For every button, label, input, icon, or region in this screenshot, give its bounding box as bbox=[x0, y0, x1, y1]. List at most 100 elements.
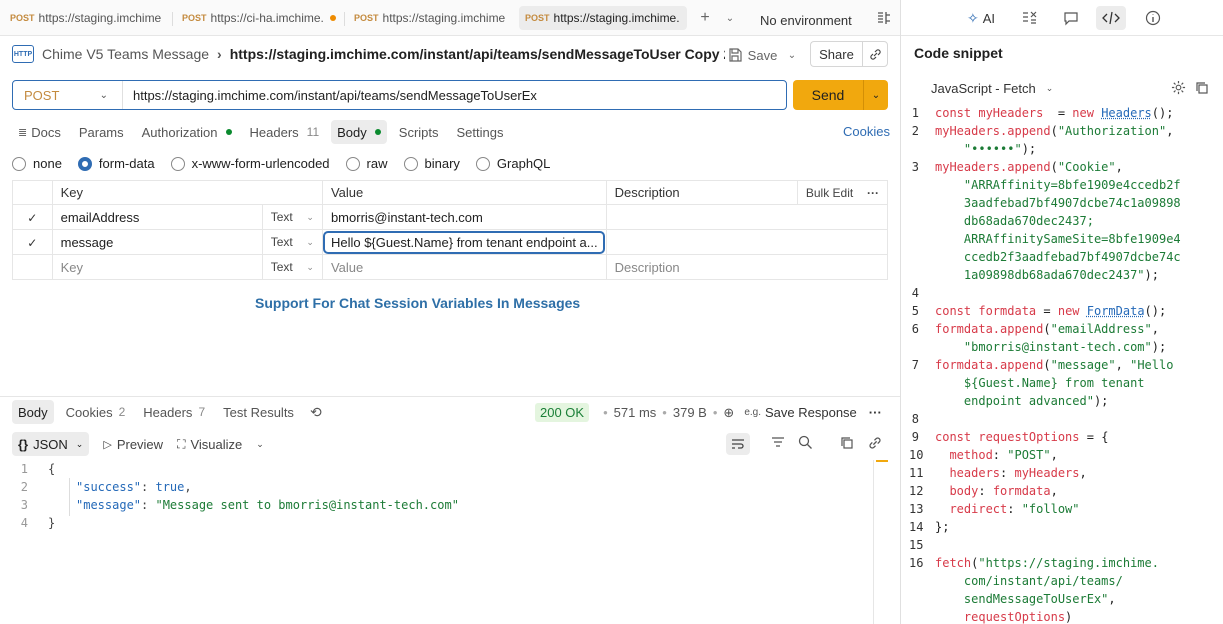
snippet-line: 13 redirect: "follow" bbox=[909, 500, 1209, 518]
json-value: true bbox=[155, 480, 185, 494]
tab-label: Params bbox=[78, 124, 124, 140]
save-button[interactable]: Save bbox=[725, 42, 780, 68]
tab-scripts[interactable]: Scripts bbox=[393, 120, 445, 144]
http-request-icon: HTTP bbox=[12, 45, 34, 63]
snippet-settings-gear-icon[interactable] bbox=[1171, 80, 1186, 98]
radio-binary[interactable]: binary bbox=[403, 156, 460, 171]
save-options-chevron-icon[interactable]: ⌄ bbox=[782, 45, 802, 65]
bulk-edit-button[interactable]: Bulk Edit bbox=[806, 186, 853, 200]
tab-settings[interactable]: Settings bbox=[451, 120, 510, 144]
ai-button[interactable]: ✧ AI bbox=[967, 8, 995, 28]
documentation-icon[interactable] bbox=[1022, 8, 1038, 28]
save-label: Save bbox=[747, 47, 778, 63]
response-scrollbar[interactable] bbox=[873, 460, 888, 624]
more-options-icon[interactable]: ··· bbox=[867, 186, 879, 200]
response-divider[interactable] bbox=[0, 396, 900, 397]
response-tab-cookies[interactable]: Cookies 2 bbox=[60, 400, 132, 424]
description-cell[interactable] bbox=[605, 204, 889, 230]
breadcrumb-request-name[interactable]: https://staging.imchime.com/instant/api/… bbox=[230, 46, 732, 62]
send-options-chevron-icon[interactable]: ⌄ bbox=[864, 90, 888, 101]
environment-quick-look-icon[interactable] bbox=[874, 8, 894, 28]
type-select[interactable]: Text ⌄ bbox=[261, 229, 323, 255]
radio-label: raw bbox=[366, 156, 388, 171]
response-tab-headers[interactable]: Headers 7 bbox=[137, 400, 211, 424]
key-cell[interactable]: message bbox=[51, 229, 263, 255]
request-tab-1[interactable]: POST https://staging.imchime bbox=[10, 6, 170, 30]
value-placeholder[interactable]: Value bbox=[321, 254, 607, 280]
type-label: Text bbox=[270, 210, 293, 224]
code-token: sendMessageToUserEx" bbox=[935, 592, 1109, 606]
type-select[interactable]: Text ⌄ bbox=[261, 204, 323, 230]
copy-snippet-icon[interactable] bbox=[1195, 81, 1209, 98]
value-cell[interactable]: bmorris@instant-tech.com bbox=[321, 204, 607, 230]
filter-icon[interactable] bbox=[771, 436, 785, 451]
share-button[interactable]: Share bbox=[810, 41, 862, 67]
response-size[interactable]: 379 B bbox=[673, 405, 707, 420]
line-number: 1 bbox=[20, 462, 28, 476]
tab-params[interactable]: Params bbox=[73, 120, 130, 144]
radio-graphql[interactable]: GraphQL bbox=[475, 156, 550, 171]
link-icon[interactable] bbox=[868, 436, 882, 453]
tab-body[interactable]: Body bbox=[331, 120, 387, 144]
cookies-link[interactable]: Cookies bbox=[843, 124, 890, 139]
wrap-lines-button[interactable] bbox=[726, 433, 750, 455]
search-icon[interactable] bbox=[798, 435, 813, 453]
key-cell[interactable]: emailAddress bbox=[51, 204, 263, 230]
new-tab-plus-icon[interactable]: + bbox=[695, 8, 715, 28]
language-select[interactable]: JavaScript - Fetch ⌄ bbox=[931, 81, 1053, 96]
request-tab-2[interactable]: POST https://ci-ha.imchime. bbox=[182, 6, 342, 30]
code-token: = bbox=[1043, 106, 1073, 120]
response-time[interactable]: 571 ms bbox=[614, 405, 657, 420]
code-snippet-viewer[interactable]: 1 const myHeaders = new Headers(); 2 myHead… bbox=[909, 104, 1209, 624]
visualize-button[interactable]: Visualize bbox=[190, 437, 242, 452]
unsaved-dot-icon bbox=[329, 15, 336, 21]
code-token: new bbox=[1057, 304, 1087, 318]
description-placeholder[interactable]: Description bbox=[605, 254, 889, 280]
row-checkbox[interactable]: ✓ bbox=[12, 204, 53, 230]
preview-button[interactable]: Preview bbox=[117, 437, 163, 452]
more-options-icon[interactable]: ··· bbox=[869, 405, 882, 420]
key-placeholder[interactable]: Key bbox=[51, 254, 263, 280]
network-globe-icon[interactable]: ⊕ bbox=[723, 405, 734, 421]
breadcrumb-collection[interactable]: Chime V5 Teams Message bbox=[42, 46, 209, 62]
comments-icon[interactable] bbox=[1063, 8, 1079, 28]
snippet-code-text: com/instant/api/teams/ bbox=[935, 572, 1123, 590]
radio-none[interactable]: none bbox=[12, 156, 62, 171]
response-body-viewer[interactable]: 1 { 2 "success": true, 3 "message": "Mes… bbox=[12, 460, 459, 532]
code-token: "https://staging.imchime. bbox=[978, 556, 1159, 570]
environment-selector[interactable]: No environment ⌄ bbox=[752, 8, 862, 32]
snippet-line: 1 const myHeaders = new Headers(); bbox=[909, 104, 1209, 122]
description-cell[interactable] bbox=[605, 229, 889, 255]
url-input[interactable]: https://staging.imchime.com/instant/api/… bbox=[123, 88, 537, 103]
radio-form-data[interactable]: form-data bbox=[77, 156, 155, 171]
tab-authorization[interactable]: Authorization bbox=[136, 120, 238, 144]
chevron-down-icon[interactable]: ⌄ bbox=[256, 439, 264, 450]
copy-icon[interactable] bbox=[840, 436, 854, 453]
method-select[interactable]: POST ⌄ bbox=[13, 81, 123, 109]
tab-docs[interactable]: ≣ Docs bbox=[12, 120, 67, 144]
request-tab-4[interactable]: POST https://staging.imchime. bbox=[519, 6, 687, 30]
code-token: "message" bbox=[1050, 358, 1116, 372]
row-checkbox[interactable]: ✓ bbox=[12, 229, 53, 255]
save-response-button[interactable]: Save Response bbox=[765, 405, 857, 420]
radio-x-www-form-urlencoded[interactable]: x-www-form-urlencoded bbox=[170, 156, 330, 171]
format-select[interactable]: {} JSON ⌄ bbox=[12, 432, 90, 456]
value-cell-highlighted[interactable]: Hello ${Guest.Name} from tenant endpoint… bbox=[321, 229, 607, 255]
send-button[interactable]: Send ⌄ bbox=[793, 80, 888, 110]
type-select[interactable]: Text ⌄ bbox=[261, 254, 323, 280]
radio-raw[interactable]: raw bbox=[345, 156, 388, 171]
response-tab-test-results[interactable]: Test Results bbox=[217, 400, 300, 424]
info-icon[interactable] bbox=[1145, 8, 1161, 28]
status-badge[interactable]: 200 OK bbox=[535, 403, 590, 422]
tab-headers[interactable]: Headers 11 bbox=[244, 120, 326, 144]
snippet-line: "ARRAffinity=8bfe1909e4ccedb2f bbox=[909, 176, 1209, 194]
code-snippet-icon[interactable] bbox=[1096, 6, 1126, 30]
copy-link-button[interactable] bbox=[862, 41, 888, 67]
tabs-chevron-down-icon[interactable]: ⌄ bbox=[720, 8, 740, 28]
history-icon[interactable]: ⟲ bbox=[310, 404, 322, 421]
line-number: 13 bbox=[909, 502, 924, 516]
snippet-line: 9 const requestOptions = { bbox=[909, 428, 1209, 446]
request-tab-3[interactable]: POST https://staging.imchime bbox=[354, 6, 512, 30]
snippet-line: ARRAffinitySameSite=8bfe1909e4 bbox=[909, 230, 1209, 248]
response-tab-body[interactable]: Body bbox=[12, 400, 54, 424]
